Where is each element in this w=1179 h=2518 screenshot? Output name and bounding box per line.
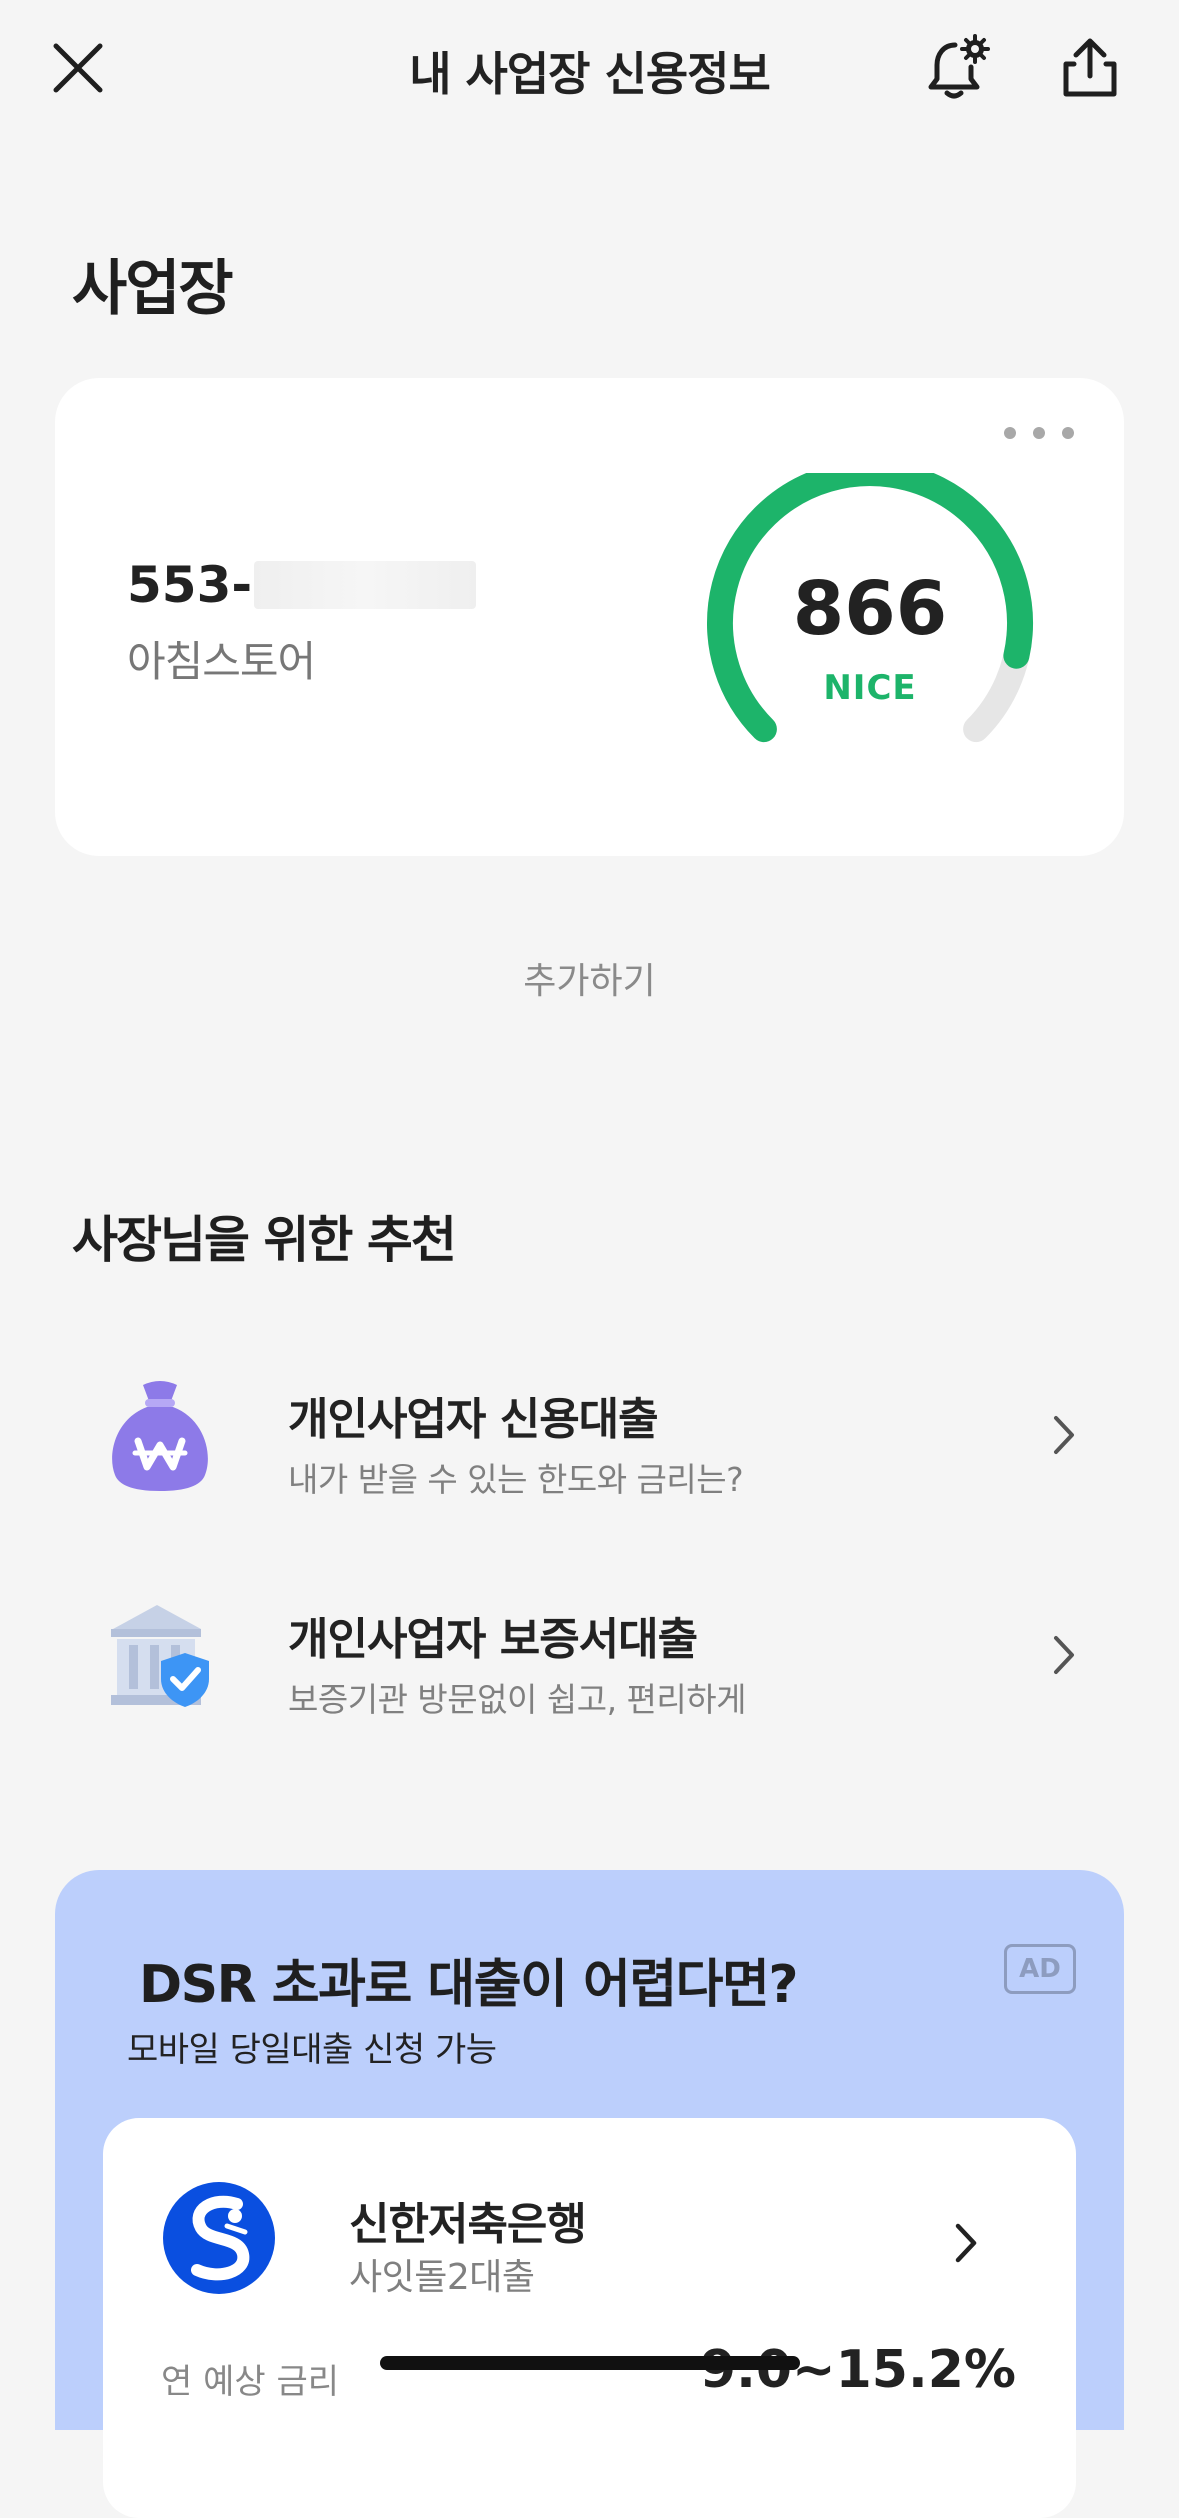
close-icon [53,43,103,93]
notification-settings-button[interactable] [920,28,1000,108]
ad-banner[interactable]: DSR 초과로 대출이 어렵다면? 모바일 당일대출 신청 가능 AD 신한저축… [55,1870,1124,2518]
business-number-mask [254,561,477,609]
more-dot-icon [1033,427,1045,439]
bell-settings-icon [928,34,990,99]
more-options-button[interactable] [1004,418,1074,448]
credit-score-value: 866 [792,566,948,652]
bank-shield-icon [111,1605,209,1707]
more-dot-icon [1062,427,1074,439]
home-indicator[interactable] [380,2356,800,2370]
bank-product-name: 사잇돌2대출 [349,2257,535,2298]
business-name: 아침스토어 [127,637,316,686]
chevron-right-icon [1054,1416,1074,1454]
recommend-item-credit-loan[interactable]: 개인사업자 신용대출 내가 받을 수 있는 한도와 금리는? [55,1345,1124,1525]
recommend-item-subtitle: 보증기관 방문없이 쉽고, 편리하게 [288,1680,747,1719]
bank-offer-card[interactable]: 신한저축은행 사잇돌2대출 연 예상 금리 9.0~15.2% [103,2118,1076,2518]
business-number: 553- [127,556,477,614]
bank-name: 신한저축은행 [349,2199,587,2250]
page-title: 내 사업장 신용정보 [409,47,771,101]
ad-title: DSR 초과로 대출이 어렵다면? [139,1955,799,2015]
share-icon [1063,38,1117,97]
recommend-item-subtitle: 내가 받을 수 있는 한도와 금리는? [288,1460,744,1499]
ad-subtitle: 모바일 당일대출 신청 가능 [127,2030,497,2070]
rate-value: 9.0~15.2% [699,2340,1016,2400]
add-business-link[interactable]: 추가하기 [0,952,1179,1004]
credit-agency-label: NICE [823,668,917,708]
ad-badge: AD [1004,1944,1076,1994]
bank-logo-icon [163,2182,275,2294]
recommend-item-guarantee-loan[interactable]: 개인사업자 보증서대출 보증기관 방문없이 쉽고, 편리하게 [55,1565,1124,1745]
close-button[interactable] [40,30,116,106]
share-button[interactable] [1050,28,1130,108]
business-number-prefix: 553- [127,556,253,614]
business-card[interactable]: 553- 아침스토어 866 NICE [55,378,1124,856]
more-dot-icon [1004,427,1016,439]
recommend-section-title: 사장님을 위한 추천 [72,1211,457,1269]
recommend-item-title: 개인사업자 보증서대출 [288,1614,698,1665]
business-section-title: 사업장 [72,254,234,324]
chevron-right-icon [1054,1636,1074,1674]
chevron-right-icon [955,2223,977,2263]
money-bag-icon [112,1381,208,1491]
recommend-item-title: 개인사업자 신용대출 [288,1394,659,1445]
